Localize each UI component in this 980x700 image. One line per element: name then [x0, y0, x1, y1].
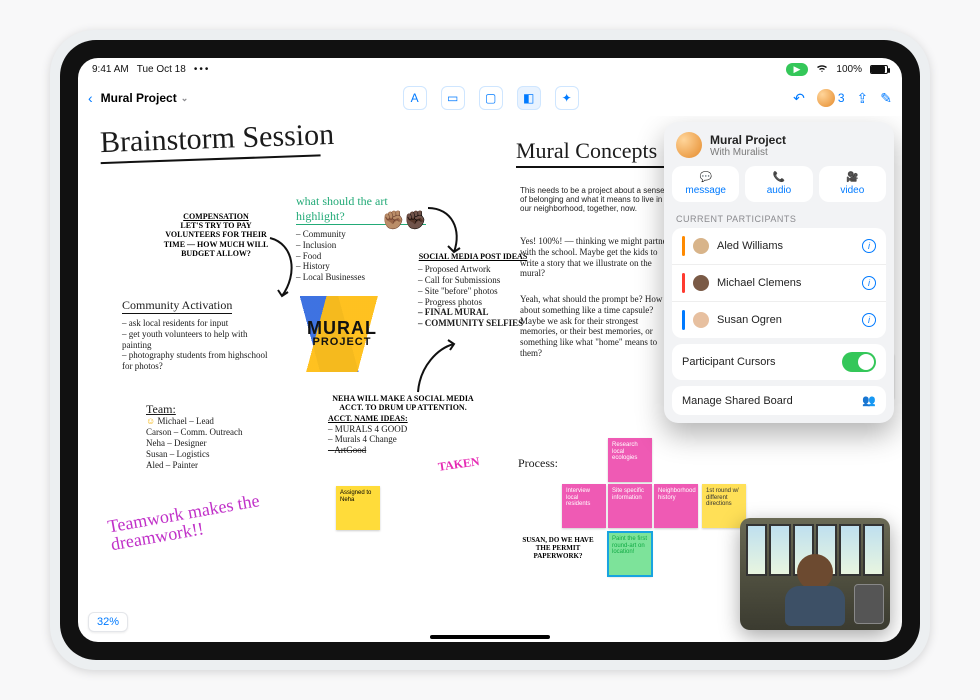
- heading-brainstorm: Brainstorm Session: [99, 118, 334, 164]
- heading-concepts: Mural Concepts: [516, 138, 666, 168]
- participant-name: Aled Williams: [717, 240, 783, 252]
- action-audio[interactable]: 📞 audio: [745, 166, 812, 202]
- participant-color-stripe: [682, 236, 685, 256]
- wifi-icon: [816, 63, 828, 76]
- note-neha-social: NEHA WILL MAKE A SOCIAL MEDIA ACCT. TO D…: [328, 394, 478, 456]
- sticky-research[interactable]: Research local ecologies: [608, 438, 652, 482]
- note-team: Team: ☺ Michael – Lead Carson – Comm. Ou…: [146, 402, 306, 470]
- facetime-person: [780, 554, 850, 626]
- participant-color-stripe: [682, 310, 685, 330]
- chevron-down-icon: ⌄: [181, 93, 189, 104]
- battery-icon: [870, 65, 888, 74]
- document-title[interactable]: Mural Project ⌄: [101, 91, 189, 105]
- sticky-paint[interactable]: Paint the first round-art on location!: [608, 532, 652, 576]
- document-title-label: Mural Project: [101, 91, 177, 105]
- battery-percent: 100%: [836, 64, 862, 75]
- collaborators-button[interactable]: 3: [817, 89, 845, 107]
- highlight-list: – Community – Inclusion – Food – History…: [296, 229, 426, 283]
- screen: 9:41 AM Tue Oct 18 ••• ▶ 100% ‹ Mural P: [78, 58, 902, 642]
- sticky-interview[interactable]: Interview local residents: [562, 484, 606, 528]
- participant-cursors-toggle-row[interactable]: Participant Cursors: [672, 344, 886, 380]
- zoom-level[interactable]: 32%: [88, 612, 128, 632]
- toggle-switch[interactable]: [842, 352, 876, 372]
- participant-row[interactable]: Aled Williams i: [672, 228, 886, 265]
- collaborate-icon: 👥: [862, 394, 876, 407]
- message-icon: 💬: [699, 172, 711, 183]
- status-date: Tue Oct 18: [137, 64, 186, 75]
- sticky-history[interactable]: Neighborhood history: [654, 484, 698, 528]
- sticky-assigned-neha[interactable]: Assigned to Neha: [336, 486, 380, 530]
- compose-button[interactable]: ✎: [880, 90, 892, 107]
- action-video[interactable]: 🎥 video: [819, 166, 886, 202]
- note-compensation: COMPENSATION LET'S TRY TO PAY VOLUNTEERS…: [156, 212, 276, 258]
- facetime-self-view[interactable]: [854, 584, 884, 624]
- avatar-icon: [693, 275, 709, 291]
- cursors-label: Participant Cursors: [682, 356, 776, 368]
- reply-1: Yes! 100%! — thinking we might partner w…: [520, 236, 670, 279]
- sticky-siteinfo[interactable]: Site specific information: [608, 484, 652, 528]
- video-icon: ▶: [794, 64, 801, 75]
- participant-row[interactable]: Michael Clemens i: [672, 265, 886, 302]
- manage-shared-board[interactable]: Manage Shared Board 👥: [672, 386, 886, 415]
- popover-subtitle: With Muralist: [710, 147, 786, 158]
- participant-row[interactable]: Susan Ogren i: [672, 302, 886, 338]
- mural-project-logo: MURALPROJECT: [288, 296, 396, 372]
- back-button[interactable]: ‹: [88, 90, 93, 106]
- taken-annotation: TAKEN: [437, 455, 480, 474]
- participant-name: Susan Ogren: [717, 314, 782, 326]
- tool-sticky[interactable]: ◧: [517, 86, 541, 110]
- manage-label: Manage Shared Board: [682, 395, 793, 407]
- undo-button[interactable]: ↶: [793, 90, 805, 107]
- avatar-icon: [817, 89, 835, 107]
- avatar-icon: [693, 312, 709, 328]
- tool-text-box[interactable]: ▭: [441, 86, 465, 110]
- facetime-pip[interactable]: [740, 518, 890, 630]
- info-icon[interactable]: i: [862, 239, 876, 253]
- note-community-activation: Community Activation – ask local residen…: [122, 296, 272, 372]
- home-indicator[interactable]: [430, 635, 550, 639]
- participant-color-stripe: [682, 273, 685, 293]
- tool-shapes[interactable]: ▢: [479, 86, 503, 110]
- note-susan-permit: SUSAN, DO WE HAVE THE PERMIT PAPERWORK?: [518, 536, 598, 560]
- note-post-ideas: SOCIAL MEDIA POST IDEAS – Proposed Artwo…: [418, 252, 528, 329]
- info-icon[interactable]: i: [862, 313, 876, 327]
- tool-media[interactable]: ✦: [555, 86, 579, 110]
- participants-label: CURRENT PARTICIPANTS: [672, 208, 886, 228]
- process-title: Process:: [518, 456, 558, 471]
- participants-list: Aled Williams i Michael Clemens i Susan …: [672, 228, 886, 338]
- facetime-active-pill[interactable]: ▶: [786, 63, 809, 76]
- arrow-icon: [410, 338, 460, 398]
- board-avatar-icon: [676, 132, 702, 158]
- status-bar: 9:41 AM Tue Oct 18 ••• ▶ 100%: [78, 58, 902, 80]
- multitask-dots-icon[interactable]: •••: [194, 64, 211, 75]
- arrow-icon: [424, 202, 468, 258]
- collab-count: 3: [838, 91, 845, 105]
- status-time: 9:41 AM: [92, 64, 129, 75]
- blurb-text: This needs to be a project about a sense…: [520, 186, 670, 214]
- fist-icon: ✊🏿: [404, 210, 426, 231]
- participant-name: Michael Clemens: [717, 277, 801, 289]
- info-icon[interactable]: i: [862, 276, 876, 290]
- action-message[interactable]: 💬 message: [672, 166, 739, 202]
- ipad-device-frame: 9:41 AM Tue Oct 18 ••• ▶ 100% ‹ Mural P: [50, 30, 930, 670]
- reply-2: Yeah, what should the prompt be? How abo…: [520, 294, 676, 359]
- video-icon: 🎥: [846, 172, 858, 183]
- toolbar: ‹ Mural Project ⌄ A ▭ ▢ ◧ ✦ ↶ 3 ⇪: [78, 80, 902, 116]
- collaboration-popover: Mural Project With Muralist 💬 message 📞 …: [664, 122, 894, 423]
- ipad-bezel: 9:41 AM Tue Oct 18 ••• ▶ 100% ‹ Mural P: [60, 40, 920, 660]
- share-button[interactable]: ⇪: [857, 90, 869, 107]
- popover-title: Mural Project: [710, 133, 786, 147]
- note-teamwork: Teamwork makes the dreamwork!!: [106, 487, 290, 554]
- freeform-canvas[interactable]: Brainstorm Session Mural Concepts COMPEN…: [78, 116, 902, 642]
- avatar-icon: [693, 238, 709, 254]
- note-highlight: what should the art highlight? – Communi…: [296, 194, 426, 283]
- phone-icon: 📞: [773, 172, 785, 183]
- fist-icon: ✊🏽: [382, 210, 404, 231]
- tool-font-style[interactable]: A: [403, 86, 427, 110]
